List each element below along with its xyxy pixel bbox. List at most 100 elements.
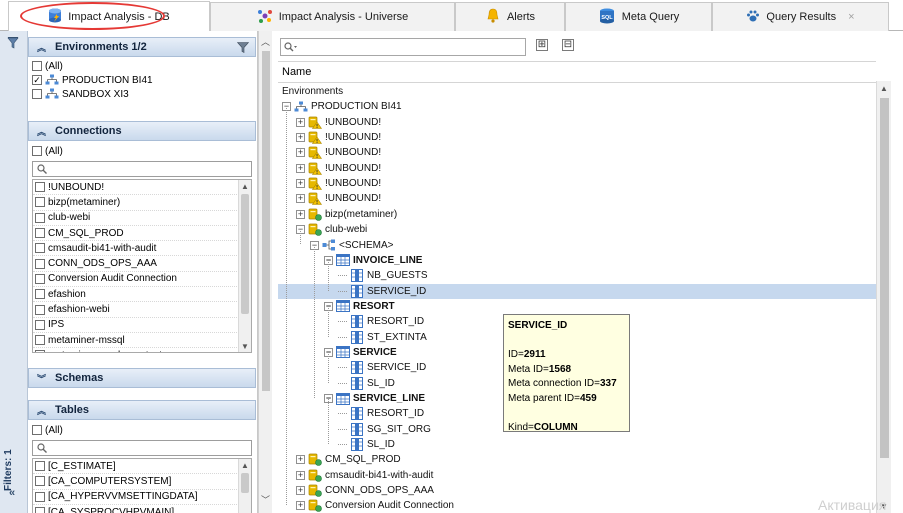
expand-icon[interactable]: + bbox=[296, 179, 305, 189]
checkbox[interactable] bbox=[35, 507, 45, 513]
tree-node-column[interactable]: SL_ID bbox=[338, 376, 395, 391]
tables-scrollbar[interactable]: ▲ bbox=[238, 459, 251, 513]
expand-icon[interactable]: + bbox=[296, 470, 305, 480]
expand-icon[interactable]: + bbox=[296, 133, 305, 143]
checkbox[interactable] bbox=[35, 273, 45, 284]
expand-icon[interactable]: + bbox=[296, 455, 305, 465]
connections-header[interactable]: ︽ Connections bbox=[28, 121, 256, 141]
checkbox[interactable] bbox=[35, 461, 45, 472]
expand-icon[interactable]: + bbox=[296, 194, 305, 204]
tree-node-column[interactable]: SL_ID bbox=[338, 437, 395, 452]
environment-item-sandbox[interactable]: SANDBOX XI3 bbox=[32, 87, 256, 101]
tree-search-input[interactable] bbox=[280, 38, 526, 56]
expand-chevron-icon[interactable]: ︾ bbox=[37, 372, 46, 385]
column-header-name[interactable]: Name bbox=[278, 61, 876, 83]
filter-panel-scrollbar[interactable]: ︿ ﹀ bbox=[258, 31, 272, 513]
checkbox[interactable] bbox=[35, 228, 45, 239]
tree-node-column[interactable]: RESORT_ID bbox=[338, 406, 424, 421]
connection-item[interactable]: Conversion Audit Connection bbox=[33, 272, 239, 288]
checkbox[interactable] bbox=[32, 146, 42, 156]
collapse-chevron-icon[interactable]: ︽ bbox=[37, 125, 46, 138]
expand-icon[interactable]: + bbox=[296, 117, 305, 127]
scroll-up-icon[interactable]: ▲ bbox=[877, 81, 891, 95]
environment-item-production[interactable]: ✓ PRODUCTION BI41 bbox=[32, 73, 256, 87]
filter-funnel-icon[interactable] bbox=[236, 42, 250, 56]
checkbox[interactable] bbox=[35, 350, 45, 352]
tree-node-table[interactable]: − RESORT bbox=[324, 299, 395, 314]
tree-node-table[interactable]: − SERVICE_LINE bbox=[324, 391, 425, 406]
checkbox[interactable] bbox=[32, 89, 42, 99]
expand-icon[interactable]: + bbox=[296, 209, 305, 219]
tables-search-input[interactable] bbox=[32, 440, 252, 456]
tree-node-column[interactable]: NB_GUESTS bbox=[338, 268, 428, 283]
tree-node-table[interactable]: − INVOICE_LINE bbox=[324, 253, 422, 268]
expand-icon[interactable]: + bbox=[296, 501, 305, 511]
tree-node-connection[interactable]: + Conversion Audit Connection bbox=[296, 498, 454, 513]
checkbox-checked[interactable]: ✓ bbox=[32, 75, 42, 85]
tree-node-connection[interactable]: + !UNBOUND! bbox=[296, 161, 381, 176]
expand-icon[interactable]: + bbox=[296, 486, 305, 496]
tree-node-connection[interactable]: + CONN_ODS_OPS_AAA bbox=[296, 483, 434, 498]
checkbox[interactable] bbox=[35, 304, 45, 315]
checkbox[interactable] bbox=[35, 319, 45, 330]
checkbox[interactable] bbox=[32, 61, 42, 71]
scroll-thumb[interactable] bbox=[241, 194, 249, 314]
tree-node-connection[interactable]: + !UNBOUND! bbox=[296, 145, 381, 160]
environment-item-all[interactable]: (All) bbox=[32, 59, 256, 73]
tree-node-connection[interactable]: − club-webi bbox=[296, 222, 367, 237]
connection-item[interactable]: CONN_ODS_OPS_AAA bbox=[33, 256, 239, 272]
checkbox[interactable] bbox=[35, 491, 45, 502]
environments-header[interactable]: ︽ Environments 1/2 bbox=[28, 37, 256, 57]
expand-all-button[interactable]: ⊞ bbox=[536, 39, 548, 51]
tree-node-connection[interactable]: + CM_SQL_PROD bbox=[296, 452, 401, 467]
tree-scrollbar[interactable]: ▲ ▼ bbox=[876, 81, 891, 513]
tree-node-schema[interactable]: − <SCHEMA> bbox=[310, 238, 393, 253]
tab-alerts[interactable]: Alerts bbox=[455, 2, 565, 31]
expand-icon[interactable]: + bbox=[296, 148, 305, 158]
tree-node-connection[interactable]: + !UNBOUND! bbox=[296, 115, 381, 130]
scroll-thumb[interactable] bbox=[880, 98, 889, 458]
table-item-all[interactable]: (All) bbox=[32, 423, 256, 437]
checkbox[interactable] bbox=[35, 243, 45, 254]
connection-item[interactable]: IPS bbox=[33, 318, 239, 333]
tree-node-table[interactable]: − SERVICE bbox=[324, 345, 397, 360]
filters-label[interactable]: Filters: 1 bbox=[3, 411, 17, 491]
tree-node-column[interactable]: SERVICE_ID bbox=[338, 360, 426, 375]
pin-filter-icon[interactable] bbox=[7, 37, 19, 52]
tree-node-column[interactable]: SERVICE_ID bbox=[338, 284, 426, 299]
scroll-thumb[interactable] bbox=[262, 51, 270, 391]
connection-item[interactable]: efashion bbox=[33, 287, 239, 303]
close-icon[interactable]: × bbox=[848, 11, 854, 23]
collapse-chevron-icon[interactable]: ︽ bbox=[37, 41, 46, 54]
checkbox[interactable] bbox=[35, 476, 45, 487]
expand-icon[interactable]: + bbox=[296, 163, 305, 173]
tree-node-connection[interactable]: + !UNBOUND! bbox=[296, 130, 381, 145]
tree-node-environment[interactable]: − PRODUCTION BI41 bbox=[282, 99, 402, 114]
checkbox[interactable] bbox=[35, 197, 45, 208]
connection-item[interactable]: bizp(metaminer) bbox=[33, 195, 239, 211]
connection-item[interactable]: metaminer-oracle-mmtestac bbox=[33, 348, 239, 352]
table-item[interactable]: [C_ESTIMATE] bbox=[33, 459, 239, 475]
tree-node-column[interactable]: RESORT_ID bbox=[338, 314, 424, 329]
tree-node-connection[interactable]: + !UNBOUND! bbox=[296, 191, 381, 206]
tab-query-results[interactable]: Query Results × bbox=[712, 2, 889, 31]
collapse-chevron-icon[interactable]: ︽ bbox=[37, 404, 46, 417]
connection-item[interactable]: cmsaudit-bi41-with-audit bbox=[33, 241, 239, 257]
scroll-thumb[interactable] bbox=[241, 473, 249, 493]
collapse-panel-icon[interactable]: « bbox=[9, 487, 15, 499]
scroll-up-icon[interactable]: ︿ bbox=[261, 35, 270, 48]
connection-item[interactable]: CM_SQL_PROD bbox=[33, 226, 239, 242]
connections-scrollbar[interactable]: ▲ ▼ bbox=[238, 180, 251, 352]
tab-impact-analysis-db[interactable]: Impact Analysis - DB bbox=[8, 1, 210, 32]
connection-item[interactable]: efashion-webi bbox=[33, 302, 239, 318]
checkbox[interactable] bbox=[35, 258, 45, 269]
checkbox[interactable] bbox=[35, 212, 45, 223]
checkbox[interactable] bbox=[35, 335, 45, 346]
connection-item-all[interactable]: (All) bbox=[32, 144, 256, 158]
tree-node-connection[interactable]: + !UNBOUND! bbox=[296, 176, 381, 191]
tree-node-connection[interactable]: + cmsaudit-bi41-with-audit bbox=[296, 468, 433, 483]
tree-node-column[interactable]: SG_SIT_ORG bbox=[338, 422, 431, 437]
scroll-up-icon[interactable]: ▲ bbox=[239, 459, 251, 471]
connection-item[interactable]: club-webi bbox=[33, 211, 239, 226]
tables-header[interactable]: ︽ Tables bbox=[28, 400, 256, 420]
